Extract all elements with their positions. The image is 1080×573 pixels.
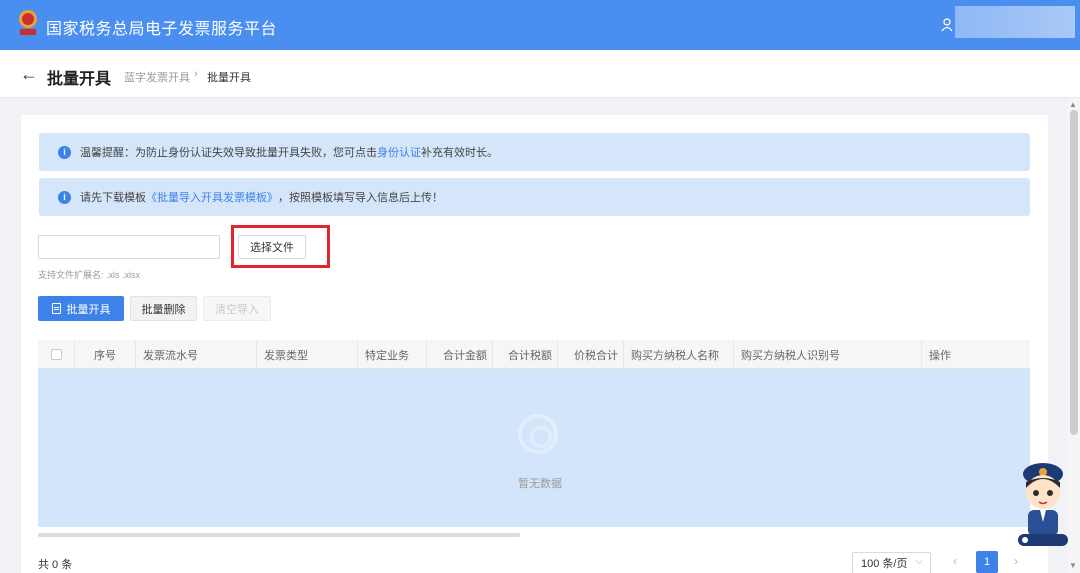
column-header: 合计税额: [493, 340, 558, 369]
assistant-mascot-icon[interactable]: [1012, 460, 1074, 548]
clear-import-button[interactable]: 清空导入: [203, 296, 271, 321]
batch-issue-label: 批量开具: [66, 303, 111, 316]
column-header: 合计金额: [427, 340, 493, 369]
user-icon[interactable]: [941, 18, 953, 32]
choose-file-button[interactable]: 选择文件: [238, 235, 306, 259]
chevron-down-icon: ⌵: [915, 556, 923, 567]
file-extension-hint: 支持文件扩展名: .xls .xlsx: [38, 270, 141, 280]
batch-delete-button[interactable]: 批量删除: [130, 296, 197, 321]
alert-text: 请先下载模板: [80, 192, 146, 204]
breadcrumb-separator-icon: ›: [194, 68, 198, 80]
alert-text-suffix: ，按照模板填写导入信息后上传！: [278, 192, 443, 204]
scroll-up-icon[interactable]: ▲: [1069, 100, 1077, 109]
empty-data-icon: [518, 414, 558, 454]
breadcrumb-item-blue-invoice[interactable]: 蓝字发票开具: [124, 69, 190, 85]
app-title: 国家税务总局电子发票服务平台: [46, 21, 278, 38]
alert-text: 温馨提醒：为防止身份认证失效导致批量开具失败，您可点击: [80, 147, 377, 159]
vertical-scrollbar-thumb[interactable]: [1070, 110, 1078, 435]
select-all-cell: [38, 340, 75, 369]
template-download-link[interactable]: 《批量导入开具发票模板》: [146, 189, 278, 205]
batch-issue-button[interactable]: 批量开具: [38, 296, 124, 321]
alert-text-suffix: 补充有效时长。: [421, 147, 498, 159]
column-header: 特定业务: [358, 340, 427, 369]
document-icon: [51, 303, 61, 314]
total-count: 共 0 条: [38, 559, 73, 571]
alert-template-download: i 请先下载模板 《批量导入开具发票模板》 ，按照模板填写导入信息后上传！: [39, 178, 1030, 216]
page-number-current[interactable]: 1: [976, 551, 998, 573]
breadcrumb-item-current: 批量开具: [207, 72, 251, 84]
column-header: 序号: [75, 340, 136, 369]
horizontal-scrollbar[interactable]: [38, 533, 520, 537]
column-header: 发票流水号: [136, 340, 257, 369]
scroll-down-icon[interactable]: ▼: [1069, 561, 1077, 570]
info-icon: i: [58, 145, 71, 159]
column-header: 价税合计: [558, 340, 624, 369]
user-name-area[interactable]: [955, 6, 1075, 38]
page-title: 批量开具: [47, 71, 112, 88]
sub-header: ← 批量开具 蓝字发票开具 › 批量开具: [0, 50, 1080, 98]
alert-identity-reminder: i 温馨提醒：为防止身份认证失效导致批量开具失败，您可点击 身份认证 补充有效时长。: [39, 133, 1030, 171]
tax-emblem-icon: [19, 10, 37, 35]
identity-auth-link[interactable]: 身份认证: [377, 144, 421, 160]
page-size-select[interactable]: 100 条/页 ⌵: [852, 552, 931, 573]
next-page-icon[interactable]: ›: [1014, 554, 1018, 568]
page-size-value: 100 条/页: [861, 558, 908, 570]
info-icon: i: [58, 190, 71, 204]
column-header: 操作: [929, 349, 951, 362]
empty-text: 暂无数据: [518, 478, 562, 490]
prev-page-icon[interactable]: ‹: [953, 554, 957, 568]
column-header: 发票类型: [257, 340, 358, 369]
column-header: 购买方纳税人名称: [624, 340, 734, 369]
file-path-input[interactable]: [38, 235, 220, 259]
select-all-checkbox[interactable]: [50, 349, 62, 360]
column-header: 购买方纳税人识别号: [734, 340, 922, 369]
top-bar: 国家税务总局电子发票服务平台: [0, 0, 1080, 50]
arrow-left-icon[interactable]: ←: [20, 64, 38, 84]
table-header: 序号 发票流水号 发票类型 特定业务 合计金额 合计税额 价税合计 购买方纳税人…: [38, 340, 1030, 369]
